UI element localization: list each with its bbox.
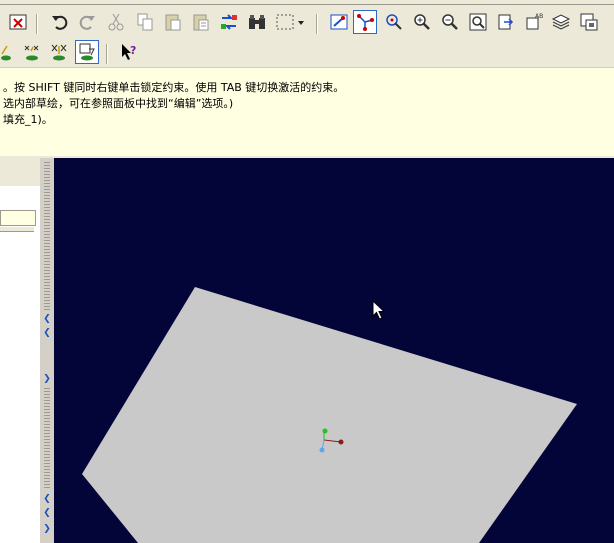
constraint-icon[interactable] [0,40,14,64]
regenerate-icon[interactable] [217,10,241,34]
close-window-icon[interactable] [6,10,30,34]
toolbar-row-1: AB [0,10,614,40]
svg-text:?: ? [130,44,136,57]
collapse-arrow-icon[interactable]: ❮ [42,314,52,324]
viewport-canvas [82,287,577,543]
select-help-icon[interactable]: ? [117,40,141,64]
collapse-arrow-icon[interactable]: ❮ [42,494,52,504]
datum-display-icon[interactable] [353,10,377,34]
cut-icon[interactable] [104,10,128,34]
message-line-1: 。按 SHIFT 键同时右键单击锁定约束。使用 TAB 键切换激活的约束。 [3,81,345,94]
paste-icon[interactable] [161,10,185,34]
undo-icon[interactable] [48,10,72,34]
message-line-2: 选内部草绘，可在参照面板中找到“编辑”选项。) [3,97,234,110]
paste-special-icon[interactable] [189,10,213,34]
delete-segment-icon[interactable] [47,40,71,64]
model-tree-filter-field[interactable] [0,210,36,226]
dimension-icon[interactable] [20,40,44,64]
saved-views-icon[interactable]: AB [522,10,546,34]
sketch-view-icon[interactable] [75,40,99,64]
copy-icon[interactable] [133,10,157,34]
zoom-in-icon[interactable] [410,10,434,34]
toolbar-row-2: ? [0,40,614,70]
display-style-icon[interactable] [327,10,351,34]
message-line-3: 填充_1)。 [3,113,53,126]
collapse-arrow-icon[interactable]: ❮ [42,328,52,338]
zoom-out-icon[interactable] [438,10,462,34]
select-box-icon[interactable] [273,10,297,34]
fill-plane [82,287,577,543]
model-tree-header [0,158,40,186]
graphics-viewport[interactable] [54,158,614,543]
dropdown-arrow-icon[interactable] [295,10,307,34]
redo-icon[interactable] [75,10,99,34]
collapse-arrow-icon[interactable]: ❮ [42,508,52,518]
panel-sash[interactable]: ❮ ❮ ❯ ❮ ❮ ❯ [40,158,54,543]
spin-center-icon[interactable] [382,10,406,34]
layers-icon[interactable] [549,10,573,34]
reorient-icon[interactable] [494,10,518,34]
view-manager-icon[interactable] [577,10,601,34]
find-icon[interactable] [245,10,269,34]
expand-arrow-icon[interactable]: ❯ [42,374,52,384]
message-area: 。按 SHIFT 键同时右键单击锁定约束。使用 TAB 键切换激活的约束。 选内… [0,67,614,159]
svg-text:AB: AB [535,13,543,20]
main-toolbar: AB ? [0,5,614,67]
refit-icon[interactable] [466,10,490,34]
expand-arrow-icon[interactable]: ❯ [42,524,52,534]
model-tree-panel [0,158,41,543]
mouse-pointer-icon [372,300,386,320]
